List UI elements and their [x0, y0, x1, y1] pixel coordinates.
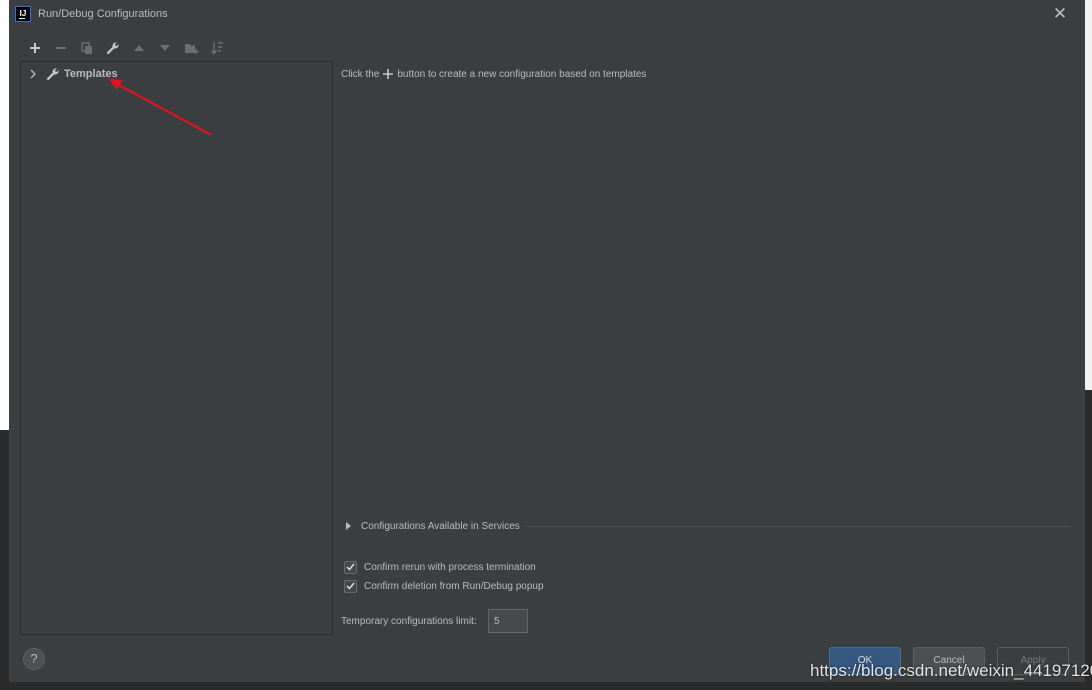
triangle-right-icon — [346, 522, 351, 530]
minus-icon — [56, 47, 66, 49]
background-app-right-dark — [1085, 390, 1092, 690]
services-section-toggle[interactable]: Configurations Available in Services — [344, 519, 1071, 533]
separator — [525, 525, 1071, 527]
move-down-button[interactable] — [152, 38, 178, 58]
dialog-title: Run/Debug Configurations — [38, 8, 168, 20]
folder-add-icon — [184, 43, 198, 54]
add-button[interactable] — [22, 38, 48, 58]
confirm-rerun-label: Confirm rerun with process termination — [364, 561, 536, 573]
configurations-toolbar — [22, 38, 230, 58]
run-debug-configurations-dialog: IJ Run/Debug Configurations ✕ Templates … — [9, 0, 1085, 682]
arrow-down-icon — [160, 45, 170, 51]
background-app-left-dark — [0, 430, 9, 690]
sort-button[interactable] — [204, 38, 230, 58]
plus-icon — [379, 68, 397, 80]
watermark-text: https://blog.csdn.net/weixin_44197120 — [810, 661, 1092, 680]
sort-icon — [210, 42, 223, 55]
hint-text-before: Click the — [341, 68, 380, 80]
confirm-deletion-checkbox[interactable] — [344, 579, 357, 593]
intellij-app-icon: IJ — [15, 6, 31, 22]
hint-text-after: button to create a new configuration bas… — [397, 68, 647, 80]
copy-icon — [81, 41, 92, 54]
new-folder-button[interactable] — [178, 38, 204, 58]
plus-icon — [30, 43, 40, 53]
chevron-right-icon[interactable] — [27, 68, 39, 80]
checkmark-icon — [346, 563, 355, 571]
confirm-deletion-label: Confirm deletion from Run/Debug popup — [364, 580, 544, 592]
temporary-limit-input[interactable] — [488, 609, 528, 633]
background-app-right — [1085, 0, 1092, 390]
annotation-arrow — [109, 79, 212, 136]
services-section-label: Configurations Available in Services — [361, 520, 520, 532]
move-up-button[interactable] — [126, 38, 152, 58]
confirm-rerun-row[interactable]: Confirm rerun with process termination — [344, 559, 536, 575]
wrench-icon — [46, 68, 59, 81]
help-button[interactable]: ? — [23, 648, 45, 670]
confirm-rerun-checkbox[interactable] — [344, 560, 357, 574]
confirm-deletion-row[interactable]: Confirm deletion from Run/Debug popup — [344, 578, 544, 594]
close-button[interactable]: ✕ — [1049, 4, 1071, 24]
remove-button[interactable] — [48, 38, 74, 58]
temporary-limit-label: Temporary configurations limit: — [341, 616, 477, 627]
wrench-icon — [106, 42, 119, 55]
background-app-bottom — [9, 682, 1085, 690]
copy-button[interactable] — [74, 38, 100, 58]
edit-defaults-button[interactable] — [100, 38, 126, 58]
empty-state-hint: Click the button to create a new configu… — [341, 68, 646, 80]
checkmark-icon — [346, 582, 355, 590]
title-bar[interactable]: IJ Run/Debug Configurations ✕ — [9, 0, 1085, 30]
background-app-left — [0, 0, 9, 430]
configurations-tree[interactable]: Templates — [20, 61, 333, 635]
arrow-up-icon — [134, 45, 144, 51]
